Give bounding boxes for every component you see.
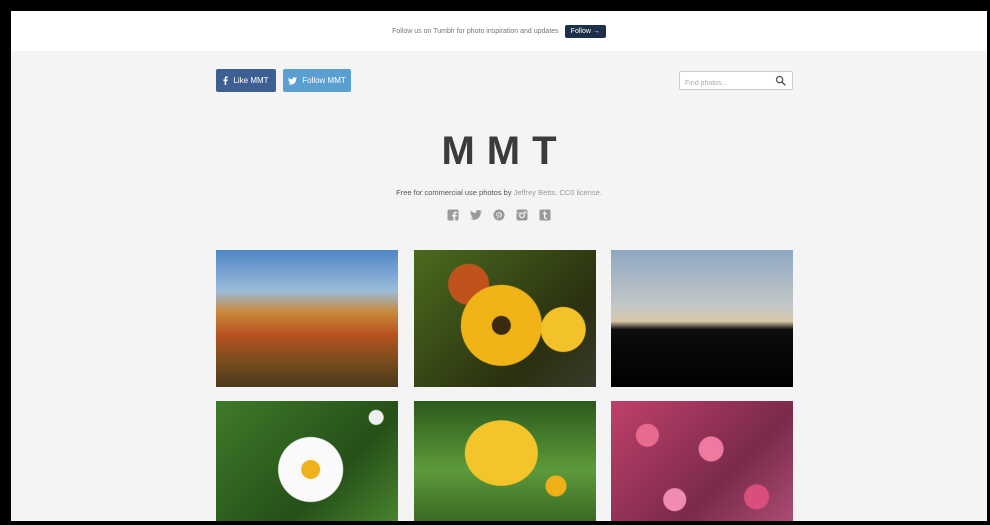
facebook-icon[interactable] [447, 208, 459, 221]
browser-viewport: Follow us on Tumblr for photo inspiratio… [11, 11, 987, 521]
tumblr-follow-bar: Follow us on Tumblr for photo inspiratio… [11, 11, 987, 51]
social-icons [11, 208, 987, 221]
facebook-icon [223, 76, 229, 85]
photo-black-eyed-susans[interactable] [414, 250, 596, 387]
site-logo[interactable]: MMT [11, 129, 987, 174]
like-mmt-label: Like MMT [233, 76, 269, 85]
follow-mmt-label: Follow MMT [302, 76, 346, 85]
like-mmt-button[interactable]: Like MMT [216, 69, 276, 92]
photo-white-daisy[interactable] [216, 401, 398, 521]
search-input[interactable] [680, 75, 771, 92]
pinterest-icon[interactable] [493, 208, 505, 221]
tumblr-icon[interactable] [539, 208, 551, 221]
topbar-text: Follow us on Tumblr for photo inspiratio… [392, 27, 559, 35]
follow-mmt-button[interactable]: Follow MMT [283, 69, 351, 92]
author-link[interactable]: Jeffrey Betts. CC0 license. [514, 188, 602, 197]
photo-yellow-flower[interactable] [414, 401, 596, 521]
search-icon[interactable] [775, 75, 786, 86]
tagline-text: Free for commercial use photos by [396, 188, 514, 197]
tumblr-follow-button[interactable]: Follow → [564, 24, 606, 38]
site-tagline: Free for commercial use photos by Jeffre… [11, 188, 987, 197]
photo-autumn-trees[interactable] [216, 250, 398, 387]
search-box [679, 71, 793, 92]
photo-pink-flowers[interactable] [611, 401, 793, 521]
twitter-icon[interactable] [470, 208, 482, 220]
twitter-icon [288, 76, 298, 85]
instagram-icon[interactable] [516, 208, 528, 221]
photo-dusk-silhouette[interactable] [611, 250, 793, 387]
